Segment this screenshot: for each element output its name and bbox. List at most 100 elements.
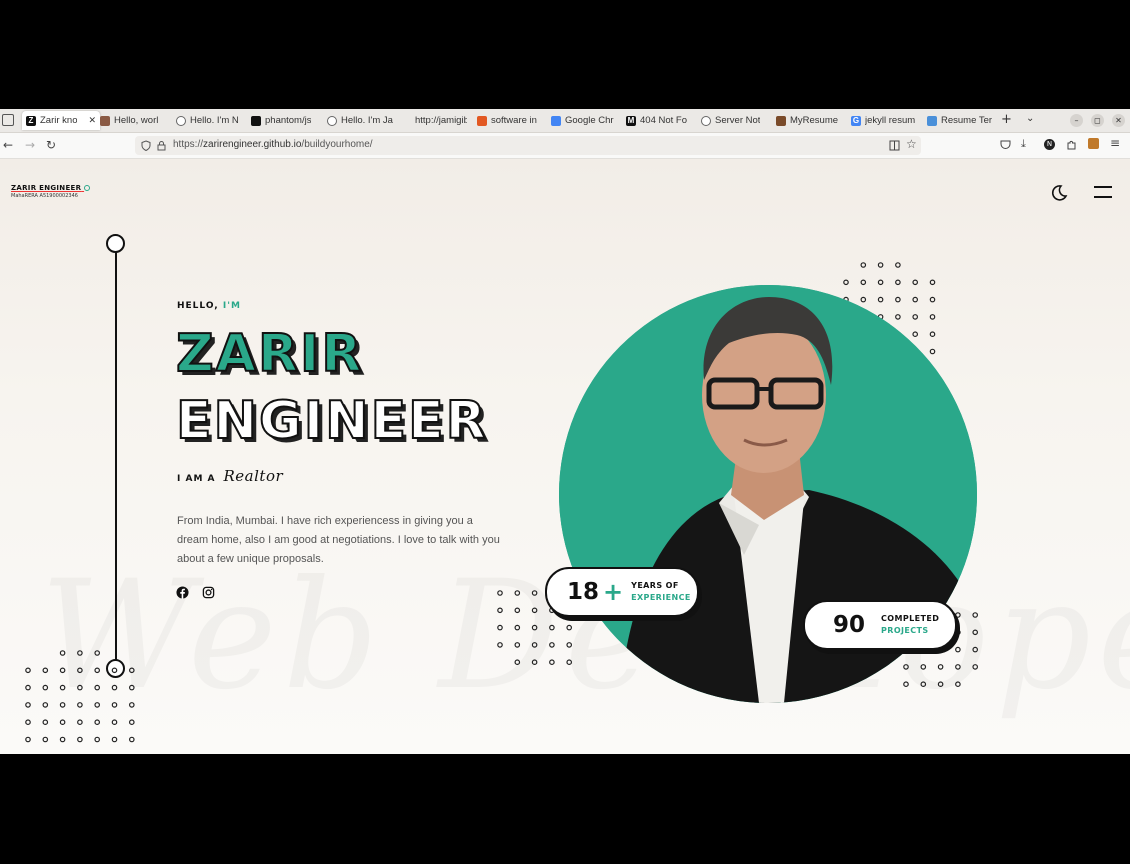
- browser-tab[interactable]: Server Not: [701, 111, 767, 130]
- pattern-dot: [94, 684, 101, 691]
- pattern-dot: [929, 348, 936, 355]
- pattern-dot: [895, 314, 901, 320]
- pocket-icon[interactable]: [1000, 139, 1011, 150]
- pattern-dot: [42, 667, 49, 674]
- pattern-dot: [129, 684, 135, 691]
- pattern-dot: [111, 702, 118, 708]
- tab-title: 404 Not Fo: [640, 115, 687, 126]
- account-icon[interactable]: N: [1044, 139, 1055, 150]
- browser-tab[interactable]: Google Chr: [551, 111, 617, 130]
- hero-last-name: ENGINEER: [175, 390, 488, 452]
- browser-tab[interactable]: software in: [477, 111, 543, 130]
- pattern-dot: [59, 667, 66, 674]
- pattern-dot: [59, 650, 66, 656]
- browser-tab[interactable]: Hello. I'm Ja: [327, 111, 393, 130]
- logo-dot-icon: [84, 185, 91, 191]
- pattern-dot: [42, 719, 49, 726]
- tab-favicon-icon: [776, 115, 786, 126]
- pattern-dot: [972, 646, 979, 653]
- pattern-dot: [860, 262, 867, 268]
- experience-label-2: EXPERIENCE: [631, 593, 691, 602]
- tab-title: MyResume: [790, 115, 839, 126]
- pattern-dot: [877, 262, 884, 268]
- tab-close-icon[interactable]: ✕: [88, 115, 96, 126]
- pattern-dot: [514, 590, 521, 596]
- browser-tab[interactable]: Gjekyll resum: [851, 111, 917, 130]
- close-window-button[interactable]: ✕: [1112, 114, 1125, 127]
- pattern-dot: [42, 684, 49, 691]
- facebook-icon[interactable]: [176, 586, 189, 599]
- new-tab-button[interactable]: +: [1001, 112, 1012, 127]
- tab-overview-icon[interactable]: [2, 114, 14, 126]
- tab-favicon-icon: [251, 115, 261, 126]
- tab-title: phantom/js: [265, 115, 312, 126]
- hamburger-menu-icon[interactable]: [1093, 185, 1113, 199]
- back-arrow-icon[interactable]: ←: [3, 138, 13, 153]
- greeting: HELLO, I'M: [177, 301, 241, 311]
- hero-first-name: ZARIR: [175, 323, 364, 385]
- browser-tab[interactable]: Z Zarir kno ✕: [22, 111, 100, 130]
- plus-icon: +: [603, 578, 624, 606]
- pattern-dot: [912, 296, 919, 303]
- pattern-dot: [877, 279, 884, 286]
- pattern-dot: [77, 702, 83, 708]
- downloads-icon[interactable]: ⤓: [1021, 137, 1026, 151]
- bookmark-star-icon[interactable]: ☆: [906, 137, 917, 151]
- address-bar[interactable]: https://zarirengineer.github.io/buildyou…: [135, 136, 921, 155]
- pattern-dot: [531, 659, 538, 666]
- reader-view-icon[interactable]: [889, 140, 900, 151]
- pattern-dot: [531, 642, 538, 648]
- reload-icon[interactable]: ↻: [46, 138, 56, 153]
- dot-pattern-bottom-left: [25, 650, 135, 743]
- pattern-dot: [129, 736, 135, 743]
- logo-subtitle: MahaRERA A51900002346: [11, 193, 78, 199]
- url-text[interactable]: https://zarirengineer.github.io/buildyou…: [173, 139, 373, 150]
- browser-tab[interactable]: M 404 Not Fo: [626, 111, 692, 130]
- pattern-dot: [111, 667, 118, 674]
- pattern-dot: [94, 667, 101, 674]
- browser-tab[interactable]: http://jamigibb: [401, 111, 467, 130]
- dark-mode-moon-icon[interactable]: [1050, 184, 1068, 202]
- tab-title: Hello. I'm N: [190, 115, 239, 126]
- tab-favicon-icon: [401, 116, 411, 126]
- pattern-dot: [497, 590, 503, 596]
- tab-bar: Z Zarir kno ✕ Hello, worl Hello. I'm N phanto…: [0, 109, 1130, 133]
- pattern-dot: [877, 296, 884, 303]
- browser-tab[interactable]: Hello. I'm N: [176, 111, 242, 130]
- pattern-dot: [77, 684, 83, 691]
- minimize-button[interactable]: –: [1070, 114, 1083, 127]
- browser-tab[interactable]: Hello, worl: [100, 111, 166, 130]
- browser-tab[interactable]: MyResume: [776, 111, 842, 130]
- pattern-dot: [111, 719, 118, 726]
- extension-badge-icon[interactable]: [1088, 138, 1099, 149]
- pattern-dot: [25, 719, 31, 726]
- pattern-dot: [531, 624, 538, 631]
- tab-list-chevron-icon[interactable]: ⌄: [1026, 113, 1034, 124]
- tab-title: Google Chr: [565, 115, 614, 126]
- pattern-dot: [972, 629, 979, 636]
- experience-value: 18: [567, 579, 600, 605]
- tab-favicon-icon: [176, 115, 186, 126]
- site-logo[interactable]: ZARIR ENGINEER MahaRERA A51900002346: [11, 184, 91, 199]
- tab-favicon-icon: [927, 115, 937, 126]
- pattern-dot: [549, 659, 555, 666]
- instagram-icon[interactable]: [202, 586, 215, 599]
- tab-favicon-icon: G: [851, 115, 861, 126]
- tab-title: software in: [491, 115, 537, 126]
- hero-description: From India, Mumbai. I have rich experien…: [177, 515, 500, 565]
- pattern-dot: [895, 296, 901, 303]
- pattern-dot: [955, 664, 961, 670]
- browser-tab[interactable]: phantom/js: [251, 111, 317, 130]
- restore-button[interactable]: ◻: [1091, 114, 1104, 127]
- pattern-dot: [549, 624, 555, 631]
- pattern-dot: [566, 659, 573, 666]
- browser-tab[interactable]: Resume Ter: [927, 111, 993, 130]
- pattern-dot: [497, 642, 503, 648]
- pattern-dot: [895, 279, 901, 286]
- forward-arrow-icon[interactable]: →: [25, 138, 35, 153]
- projects-label-2: PROJECTS: [881, 626, 929, 635]
- app-menu-icon[interactable]: ≡: [1110, 136, 1120, 150]
- pattern-dot: [860, 296, 867, 303]
- extensions-icon[interactable]: [1066, 139, 1077, 150]
- tab-title: http://jamigibb: [415, 115, 467, 126]
